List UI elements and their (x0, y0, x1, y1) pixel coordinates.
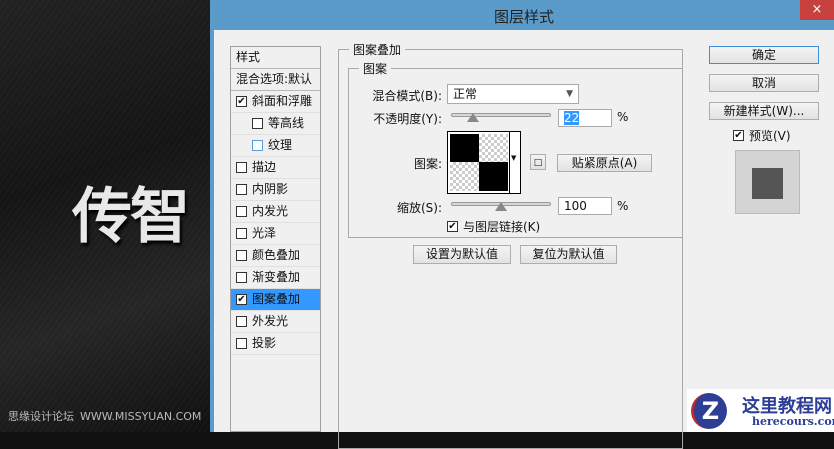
scale-value: 100 (564, 199, 587, 213)
preview-checkbox[interactable]: ✔ 预览(V) (733, 127, 791, 144)
dialog-title: 图层样式 (493, 8, 554, 26)
blend-mode-select[interactable]: 正常 ▼ (447, 84, 579, 104)
opacity-unit: % (617, 110, 629, 124)
watermark-cn: 思缘设计论坛 (8, 410, 74, 423)
scale-slider-thumb[interactable] (495, 202, 507, 211)
style-item-label: 内阴影 (252, 182, 289, 196)
watermark: 思缘设计论坛 WWW.MISSYUAN.COM (8, 408, 207, 424)
style-preview (735, 150, 800, 214)
ok-button[interactable]: 确定 (709, 46, 819, 64)
opacity-value: 22 (564, 111, 580, 125)
opacity-label: 不透明度(Y): (373, 112, 442, 126)
style-item[interactable]: ✔ 斜面和浮雕 (231, 91, 320, 113)
checkbox-icon[interactable]: ✔ (733, 130, 744, 141)
pattern-picker[interactable]: ▼ (447, 131, 521, 194)
style-item-label: 内发光 (252, 204, 289, 218)
pattern-swatch (450, 134, 508, 191)
group-title: 图案叠加 (349, 41, 406, 58)
scale-unit: % (617, 199, 629, 213)
checkbox-icon[interactable] (236, 272, 247, 283)
checkbox-icon[interactable]: ✔ (447, 221, 458, 232)
style-item-label: 外发光 (252, 314, 289, 328)
styles-list: 样式 混合选项:默认 ✔ 斜面和浮雕等高线纹理描边内阴影内发光光泽颜色叠加渐变叠加… (230, 46, 321, 432)
style-item[interactable]: 渐变叠加 (231, 267, 320, 289)
checkbox-icon[interactable] (236, 338, 247, 349)
preview-swatch (752, 168, 783, 199)
style-item[interactable]: 等高线 (231, 113, 320, 135)
checkbox-icon[interactable]: ✔ (236, 96, 247, 107)
style-item[interactable]: 投影 (231, 333, 320, 355)
site-logo: Z 这里教程网 herecours.com (687, 389, 834, 432)
style-item-label: 描边 (252, 160, 277, 174)
headline-text: 传智 (72, 182, 190, 252)
style-item-label: 渐变叠加 (252, 270, 301, 284)
subgroup-title: 图案 (359, 60, 392, 77)
opacity-slider-thumb[interactable] (467, 113, 479, 122)
style-item[interactable]: ✔ 图案叠加 (231, 289, 320, 311)
preview-label: 预览(V) (749, 129, 791, 143)
style-item[interactable]: 纹理 (231, 135, 320, 157)
blend-options-item[interactable]: 混合选项:默认 (231, 69, 320, 91)
snap-origin-button[interactable]: 贴紧原点(A) (557, 154, 652, 172)
checkbox-icon[interactable]: ✔ (236, 294, 247, 305)
chevron-down-icon: ▼ (566, 89, 573, 99)
new-preset-icon[interactable]: □ (530, 154, 546, 170)
style-item-label: 图案叠加 (252, 292, 301, 306)
reset-default-button[interactable]: 复位为默认值 (520, 245, 617, 264)
opacity-input[interactable]: 22 (558, 109, 612, 127)
style-item-label: 颜色叠加 (252, 248, 301, 262)
style-item-label: 斜面和浮雕 (252, 94, 313, 108)
new-style-button[interactable]: 新建样式(W)... (709, 102, 819, 120)
checkbox-icon[interactable] (236, 250, 247, 261)
pattern-label: 图案: (413, 157, 442, 171)
blend-mode-value: 正常 (453, 87, 478, 101)
styles-header[interactable]: 样式 (231, 47, 320, 69)
scale-label: 缩放(S): (396, 201, 442, 215)
style-item[interactable]: 外发光 (231, 311, 320, 333)
checkbox-icon[interactable] (236, 316, 247, 327)
checkbox-icon[interactable] (236, 162, 247, 173)
cancel-button[interactable]: 取消 (709, 74, 819, 92)
checkbox-icon[interactable] (236, 206, 247, 217)
pattern-dropdown-icon[interactable]: ▼ (511, 154, 516, 162)
style-item[interactable]: 内阴影 (231, 179, 320, 201)
logo-url: herecours.com (752, 415, 834, 428)
checkbox-icon[interactable] (236, 184, 247, 195)
style-item[interactable]: 描边 (231, 157, 320, 179)
style-item-label: 等高线 (268, 116, 305, 130)
style-item-label: 纹理 (268, 138, 293, 152)
style-item[interactable]: 颜色叠加 (231, 245, 320, 267)
style-item-label: 光泽 (252, 226, 277, 240)
style-item-label: 投影 (252, 336, 277, 350)
logo-z-icon: Z (691, 393, 727, 429)
layer-style-dialog: 图层样式 × 样式 混合选项:默认 ✔ 斜面和浮雕等高线纹理描边内阴影内发光光泽颜… (210, 0, 834, 449)
checkbox-icon[interactable] (252, 118, 263, 129)
link-label: 与图层链接(K) (463, 220, 541, 234)
checkbox-icon[interactable] (236, 228, 247, 239)
style-item[interactable]: 光泽 (231, 223, 320, 245)
opacity-slider[interactable] (451, 113, 551, 117)
scale-input[interactable]: 100 (558, 197, 612, 215)
checkbox-icon[interactable] (252, 140, 263, 151)
close-button[interactable]: × (800, 0, 834, 20)
style-item[interactable]: 内发光 (231, 201, 320, 223)
make-default-button[interactable]: 设置为默认值 (413, 245, 511, 264)
link-with-layer-checkbox[interactable]: ✔ 与图层链接(K) (447, 218, 540, 235)
watermark-url: WWW.MISSYUAN.COM (80, 410, 202, 423)
blend-mode-label: 混合模式(B): (372, 89, 442, 103)
